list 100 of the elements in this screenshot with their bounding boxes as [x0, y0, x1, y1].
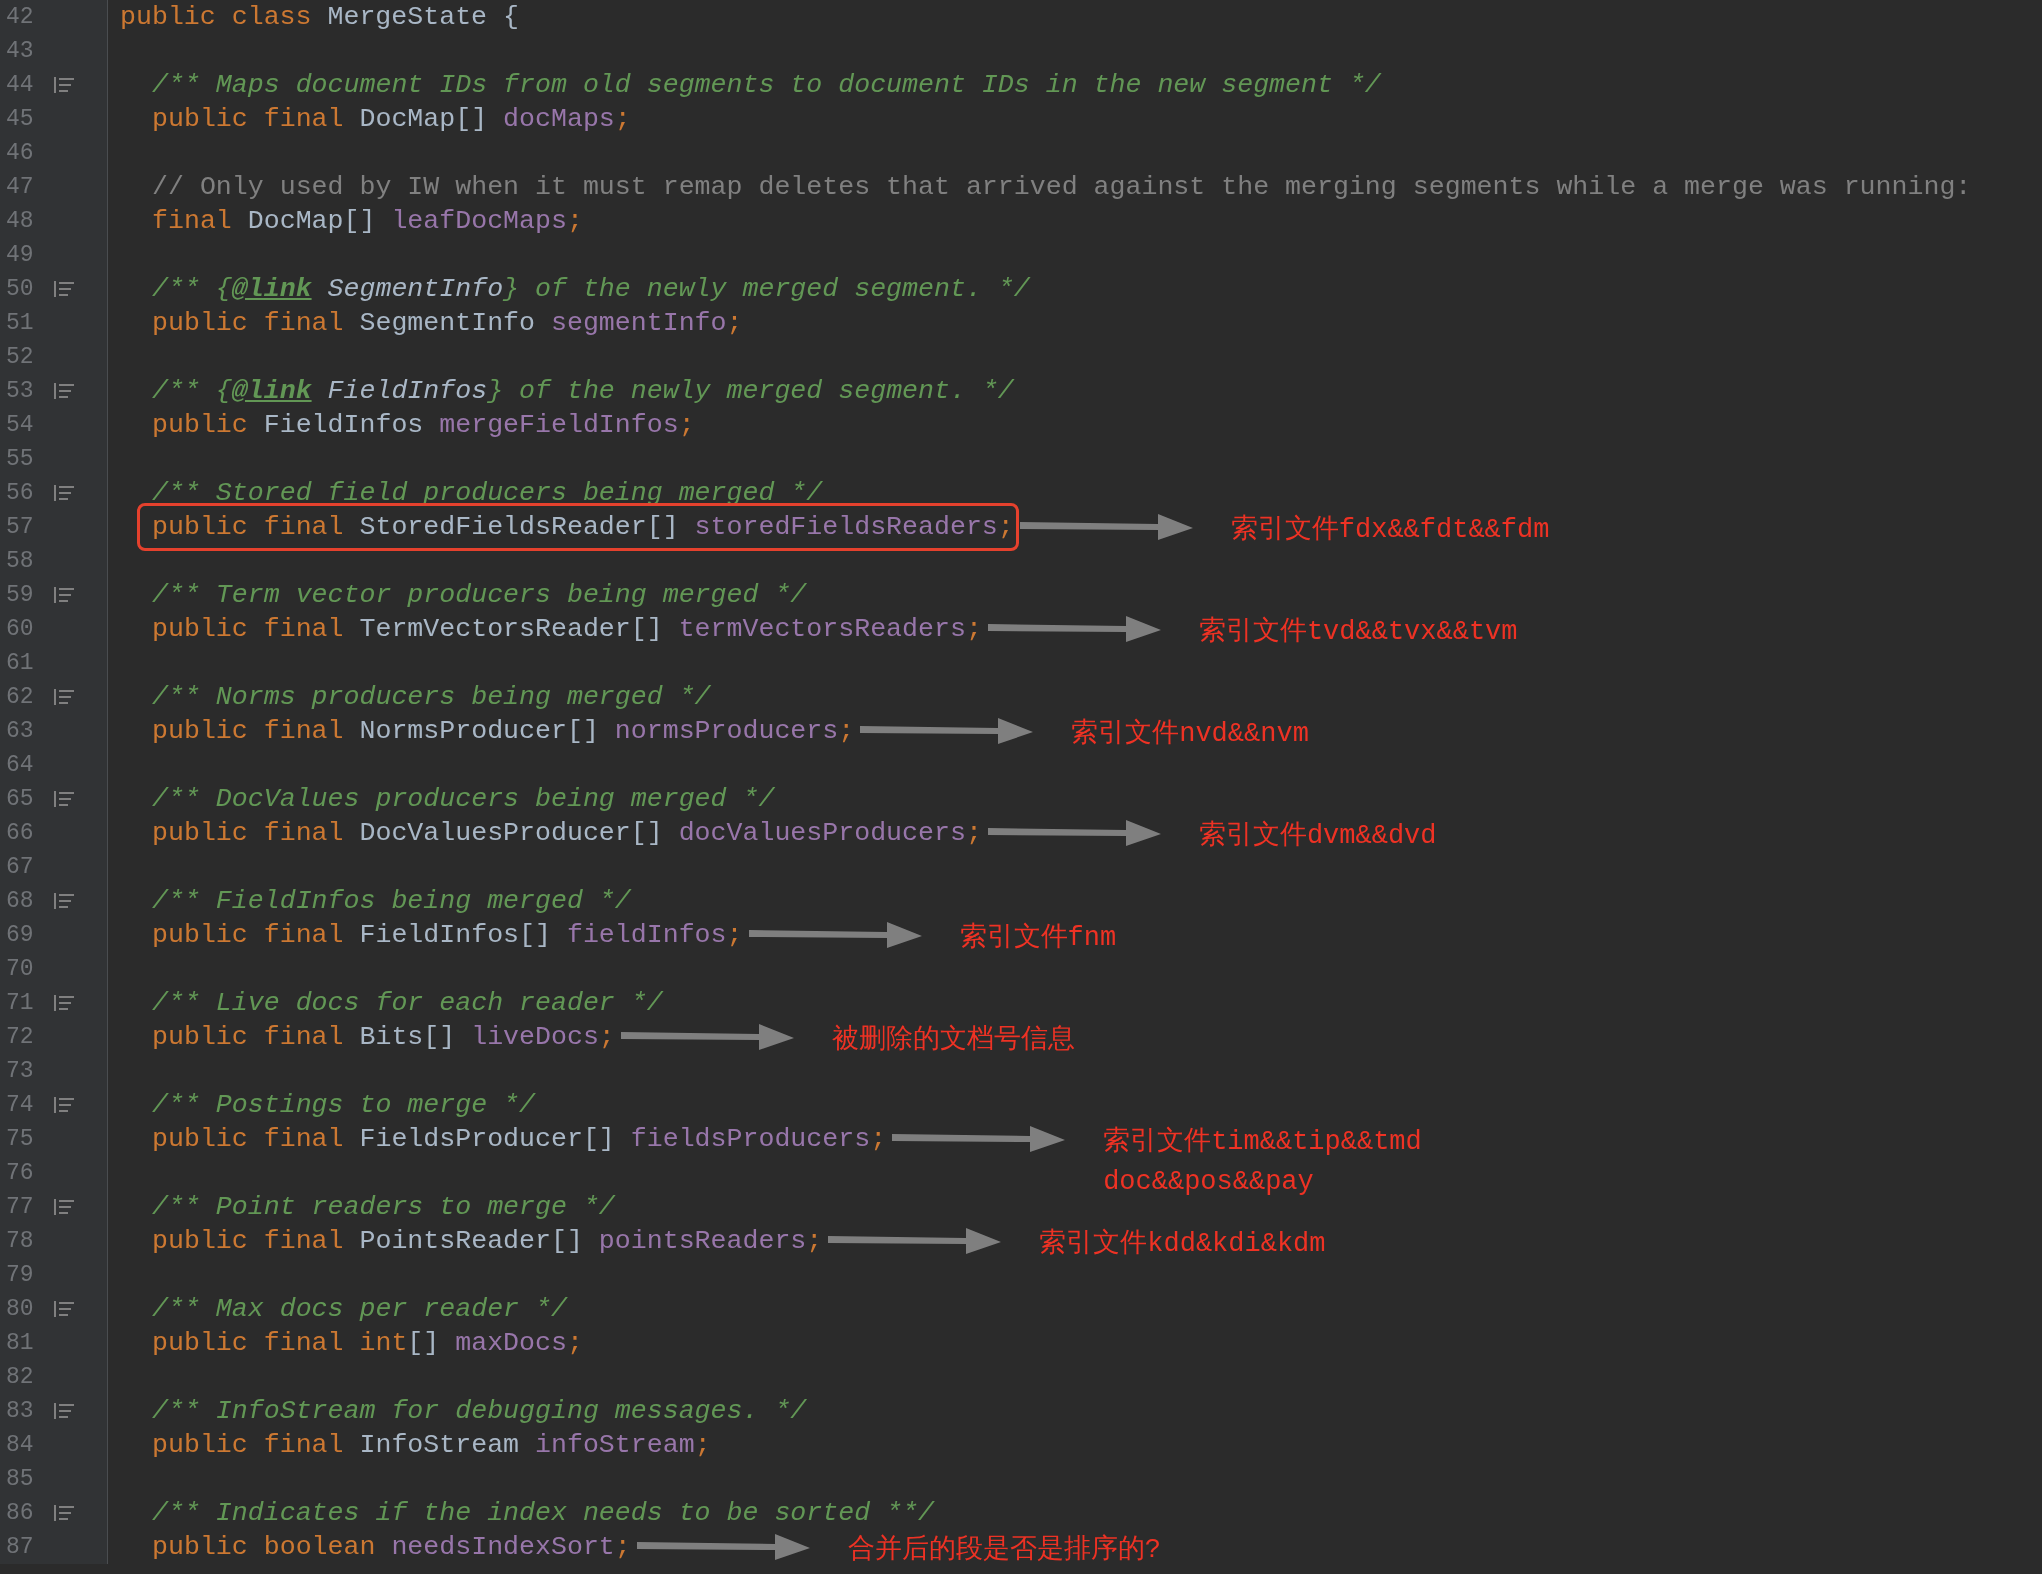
- line-number: 55: [6, 447, 34, 471]
- annotation-text: 合并后的段是否是排序的?: [847, 1533, 1161, 1567]
- code-line: public final Bits[] liveDocs;: [152, 1021, 615, 1054]
- line-number: 43: [6, 39, 34, 63]
- code-line: public final FieldInfos[] fieldInfos;: [152, 919, 743, 952]
- line-number: 73: [6, 1059, 34, 1083]
- annotation-text: 索引文件tim&&tip&&tmd: [1103, 1125, 1422, 1159]
- line-number: 54: [6, 413, 34, 437]
- line-number: 42: [6, 5, 34, 29]
- text-lines-icon[interactable]: [54, 893, 74, 909]
- code-line: /** Indicates if the index needs to be sorted **/: [152, 1497, 934, 1530]
- line-number: 50: [6, 277, 34, 301]
- line-number: 83: [6, 1399, 34, 1423]
- text-lines-icon[interactable]: [54, 1403, 74, 1419]
- line-number: 77: [6, 1195, 34, 1219]
- line-number: 66: [6, 821, 34, 845]
- code-line: /** Term vector producers being merged */: [152, 579, 807, 612]
- line-number: 46: [6, 141, 34, 165]
- line-number: 63: [6, 719, 34, 743]
- line-number: 69: [6, 923, 34, 947]
- code-line: /** FieldInfos being merged */: [152, 885, 631, 918]
- code-line: public final FieldsProducer[] fieldsProducers;: [152, 1123, 887, 1156]
- code-line: /** Point readers to merge */: [152, 1191, 615, 1224]
- line-number: 81: [6, 1331, 34, 1355]
- line-number: 65: [6, 787, 34, 811]
- line-number: 62: [6, 685, 34, 709]
- code-line: final DocMap[] leafDocMaps;: [152, 205, 583, 238]
- line-number: 44: [6, 73, 34, 97]
- line-number: 87: [6, 1535, 34, 1559]
- line-number: 80: [6, 1297, 34, 1321]
- line-number: 47: [6, 175, 34, 199]
- annotation-text: 索引文件kdd&kdi&kdm: [1039, 1227, 1326, 1261]
- line-number: 61: [6, 651, 34, 675]
- code-line: /** InfoStream for debugging messages. */: [152, 1395, 807, 1428]
- line-number: 52: [6, 345, 34, 369]
- line-number: 75: [6, 1127, 34, 1151]
- code-line: public final TermVectorsReader[] termVectorsReaders;: [152, 613, 982, 646]
- line-number: 48: [6, 209, 34, 233]
- code-line: /** Maps document IDs from old segments to document IDs in the new segment */: [152, 69, 1381, 102]
- code-line: public final DocValuesProducer[] docValuesProducers;: [152, 817, 982, 850]
- annotation-text: doc&&pos&&pay: [1103, 1166, 1315, 1199]
- line-number: 82: [6, 1365, 34, 1389]
- text-lines-icon[interactable]: [54, 77, 74, 93]
- code-line: public final int[] maxDocs;: [152, 1327, 583, 1360]
- line-number: 57: [6, 515, 34, 539]
- line-number: 49: [6, 243, 34, 267]
- code-line: public final PointsReader[] pointsReaders;: [152, 1225, 823, 1258]
- code-line: public final DocMap[] docMaps;: [152, 103, 631, 136]
- annotation-text: 索引文件fdx&&fdt&&fdm: [1230, 513, 1550, 547]
- code-line: /** Max docs per reader */: [152, 1293, 567, 1326]
- code-line: // Only used by IW when it must remap deletes that arrived against the merging segments while a merge was running:: [152, 171, 1972, 204]
- code-line: /** Live docs for each reader */: [152, 987, 663, 1020]
- line-number: 72: [6, 1025, 34, 1049]
- text-lines-icon[interactable]: [54, 689, 74, 705]
- text-lines-icon[interactable]: [54, 995, 74, 1011]
- annotation-text: 索引文件fnm: [959, 921, 1117, 955]
- line-number: 86: [6, 1501, 34, 1525]
- annotation-text: 索引文件nvd&&nvm: [1071, 717, 1309, 751]
- annotation-text: 索引文件tvd&&tvx&&tvm: [1198, 615, 1518, 649]
- text-lines-icon[interactable]: [54, 1097, 74, 1113]
- code-line: public final SegmentInfo segmentInfo;: [152, 307, 743, 340]
- code-line: public final InfoStream infoStream;: [152, 1429, 711, 1462]
- code-line: /** Postings to merge */: [152, 1089, 535, 1122]
- line-number: 59: [6, 583, 34, 607]
- code-line: public final NormsProducer[] normsProducers;: [152, 715, 855, 748]
- line-number: 67: [6, 855, 34, 879]
- code-line: /** {@link FieldInfos} of the newly merged segment. */: [152, 375, 1014, 408]
- text-lines-icon[interactable]: [54, 1199, 74, 1215]
- text-lines-icon[interactable]: [54, 281, 74, 297]
- text-lines-icon[interactable]: [54, 485, 74, 501]
- line-number: 64: [6, 753, 34, 777]
- code-line: /** DocValues producers being merged */: [152, 783, 775, 816]
- annotation-text: 被删除的文档号信息: [831, 1023, 1075, 1057]
- line-number: 56: [6, 481, 34, 505]
- line-number: 58: [6, 549, 34, 573]
- code-line: public FieldInfos mergeFieldInfos;: [152, 409, 695, 442]
- line-number: 84: [6, 1433, 34, 1457]
- text-lines-icon[interactable]: [54, 587, 74, 603]
- text-lines-icon[interactable]: [54, 1505, 74, 1521]
- code-line: /** {@link SegmentInfo} of the newly merged segment. */: [152, 273, 1030, 306]
- line-number: 51: [6, 311, 34, 335]
- text-lines-icon[interactable]: [54, 383, 74, 399]
- code-line: /** Stored field producers being merged */: [152, 477, 823, 510]
- line-number: 60: [6, 617, 34, 641]
- code-line: public final StoredFieldsReader[] storedFieldsReaders;: [152, 512, 1014, 542]
- line-number: 74: [6, 1093, 34, 1117]
- line-number: 53: [6, 379, 34, 403]
- line-number: 85: [6, 1467, 34, 1491]
- text-lines-icon[interactable]: [54, 791, 74, 807]
- line-number: 76: [6, 1161, 34, 1185]
- code-line: public boolean needsIndexSort;: [152, 1531, 631, 1564]
- line-number: 68: [6, 889, 34, 913]
- line-number: 70: [6, 957, 34, 981]
- line-number: 79: [6, 1263, 34, 1287]
- text-lines-icon[interactable]: [54, 1301, 74, 1317]
- line-number: 78: [6, 1229, 34, 1253]
- code-line: /** Norms producers being merged */: [152, 681, 711, 714]
- line-number: 45: [6, 107, 34, 131]
- line-number: 71: [6, 991, 34, 1015]
- annotation-text: 索引文件dvm&&dvd: [1198, 819, 1437, 853]
